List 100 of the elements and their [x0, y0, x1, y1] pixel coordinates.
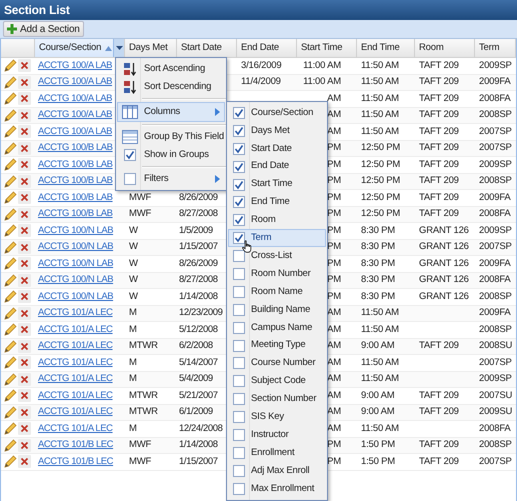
column-header[interactable]: Course/Section	[35, 39, 125, 57]
menu-item[interactable]: Room	[228, 211, 326, 230]
delete-icon[interactable]	[18, 240, 31, 254]
menu-item[interactable]: Start Time	[228, 176, 326, 194]
menu-item[interactable]: SIS Key	[228, 408, 326, 426]
menu-item[interactable]: Building Name	[228, 300, 326, 319]
checkbox[interactable]	[233, 106, 245, 119]
delete-icon[interactable]	[18, 108, 31, 122]
column-header[interactable]: End Time	[357, 39, 415, 57]
column-menu-trigger[interactable]	[113, 39, 124, 57]
pencil-icon[interactable]	[4, 340, 17, 353]
pencil-icon[interactable]	[4, 240, 17, 254]
checkbox[interactable]	[233, 340, 245, 352]
course-link[interactable]: ACCTG 101/A LEC	[38, 307, 113, 318]
delete-icon[interactable]	[18, 340, 31, 353]
menu-item[interactable]: Sort Ascending	[117, 60, 225, 78]
delete-icon[interactable]	[18, 174, 31, 188]
delete-icon[interactable]	[18, 372, 31, 386]
menu-item[interactable]: Sort Descending	[117, 78, 225, 96]
menu-item[interactable]: Subject Code	[228, 372, 326, 390]
checkbox[interactable]	[233, 393, 245, 406]
menu-item[interactable]: Start Date	[228, 140, 326, 158]
pencil-icon[interactable]	[4, 92, 17, 106]
menu-item[interactable]: Course/Section	[228, 104, 326, 122]
course-link[interactable]: ACCTG 101/A LEC	[38, 356, 113, 368]
menu-item[interactable]: Enrollment	[228, 444, 326, 462]
course-link[interactable]: ACCTG 100/B LAB	[38, 208, 113, 220]
column-header[interactable]: Room	[415, 39, 475, 57]
course-link[interactable]: ACCTG 100/B LAB	[38, 158, 113, 170]
course-link[interactable]: ACCTG 100/A LAB	[38, 126, 112, 137]
menu-item[interactable]: Meeting Type	[228, 336, 326, 354]
delete-icon[interactable]	[18, 142, 31, 155]
checkbox[interactable]	[233, 214, 245, 226]
menu-item[interactable]: Instructor	[228, 426, 326, 444]
menu-item[interactable]: Cross-List	[228, 247, 326, 266]
course-link[interactable]: ACCTG 100/A LAB	[38, 76, 112, 88]
course-link[interactable]: ACCTG 100/N LAB	[38, 224, 114, 236]
delete-icon[interactable]	[18, 290, 31, 304]
checkbox[interactable]	[233, 124, 245, 137]
checkbox[interactable]	[233, 411, 245, 424]
delete-icon[interactable]	[18, 274, 31, 287]
menu-item[interactable]: Term	[228, 229, 326, 248]
pencil-icon[interactable]	[4, 455, 17, 468]
pencil-icon[interactable]	[4, 142, 17, 155]
delete-icon[interactable]	[18, 76, 31, 89]
pencil-icon[interactable]	[4, 174, 17, 188]
pencil-icon[interactable]	[4, 257, 17, 270]
menu-item[interactable]: End Time	[228, 193, 326, 212]
course-link[interactable]: ACCTG 100/N LAB	[38, 274, 114, 286]
menu-item[interactable]: Campus Name	[228, 318, 326, 337]
column-header[interactable]: Term	[475, 39, 516, 57]
checkbox[interactable]	[233, 286, 245, 298]
delete-icon[interactable]	[18, 323, 31, 336]
menu-item[interactable]: Max Enrollment	[228, 480, 326, 498]
delete-icon[interactable]	[18, 257, 31, 270]
course-link[interactable]: ACCTG 100/N LAB	[38, 290, 114, 302]
add-section-button[interactable]: Add a Section	[3, 21, 84, 37]
checkbox[interactable]	[233, 482, 245, 495]
checkbox[interactable]	[233, 357, 245, 370]
menu-item[interactable]: Days Met	[228, 122, 326, 140]
course-link[interactable]: ACCTG 101/A LEC	[38, 324, 113, 335]
checkbox[interactable]	[233, 322, 245, 334]
checkbox[interactable]	[233, 375, 245, 388]
course-link[interactable]: ACCTG 100/B LAB	[38, 192, 113, 203]
menu-item[interactable]: Room Name	[228, 282, 326, 301]
delete-icon[interactable]	[18, 389, 31, 402]
delete-icon[interactable]	[18, 191, 31, 204]
course-link[interactable]: ACCTG 101/A LEC	[38, 373, 113, 384]
checkbox[interactable]	[233, 446, 245, 459]
delete-icon[interactable]	[18, 125, 31, 138]
column-header[interactable]: Start Time	[297, 39, 357, 57]
pencil-icon[interactable]	[4, 59, 17, 72]
menu-item[interactable]: Room Number	[228, 265, 326, 283]
delete-icon[interactable]	[18, 158, 31, 172]
column-header[interactable]: End Date	[237, 39, 297, 57]
checkbox[interactable]	[233, 142, 245, 155]
pencil-icon[interactable]	[4, 158, 17, 172]
checkbox[interactable]	[233, 428, 245, 441]
course-link[interactable]: ACCTG 100/N LAB	[38, 241, 114, 252]
pencil-icon[interactable]	[4, 290, 17, 304]
pencil-icon[interactable]	[4, 108, 17, 122]
pencil-icon[interactable]	[4, 372, 17, 386]
checkbox[interactable]	[233, 268, 245, 280]
course-link[interactable]: ACCTG 100/A LAB	[38, 109, 112, 120]
delete-icon[interactable]	[18, 455, 31, 468]
menu-item[interactable]: Course Number	[228, 354, 326, 372]
course-link[interactable]: ACCTG 101/A LEC	[38, 390, 113, 401]
pencil-icon[interactable]	[4, 208, 17, 221]
checkbox[interactable]	[233, 250, 245, 262]
checkbox[interactable]	[233, 196, 245, 208]
checkbox[interactable]	[233, 464, 245, 477]
course-link[interactable]: ACCTG 100/B LAB	[38, 142, 113, 154]
menu-item[interactable]: Section Number	[228, 390, 326, 408]
pencil-icon[interactable]	[4, 76, 17, 89]
delete-icon[interactable]	[18, 422, 31, 436]
course-link[interactable]: ACCTG 101/A LEC	[38, 422, 113, 434]
delete-icon[interactable]	[18, 438, 31, 452]
checkbox[interactable]	[233, 160, 245, 173]
checkbox[interactable]	[124, 173, 136, 185]
course-link[interactable]: ACCTG 100/B LAB	[38, 175, 113, 186]
